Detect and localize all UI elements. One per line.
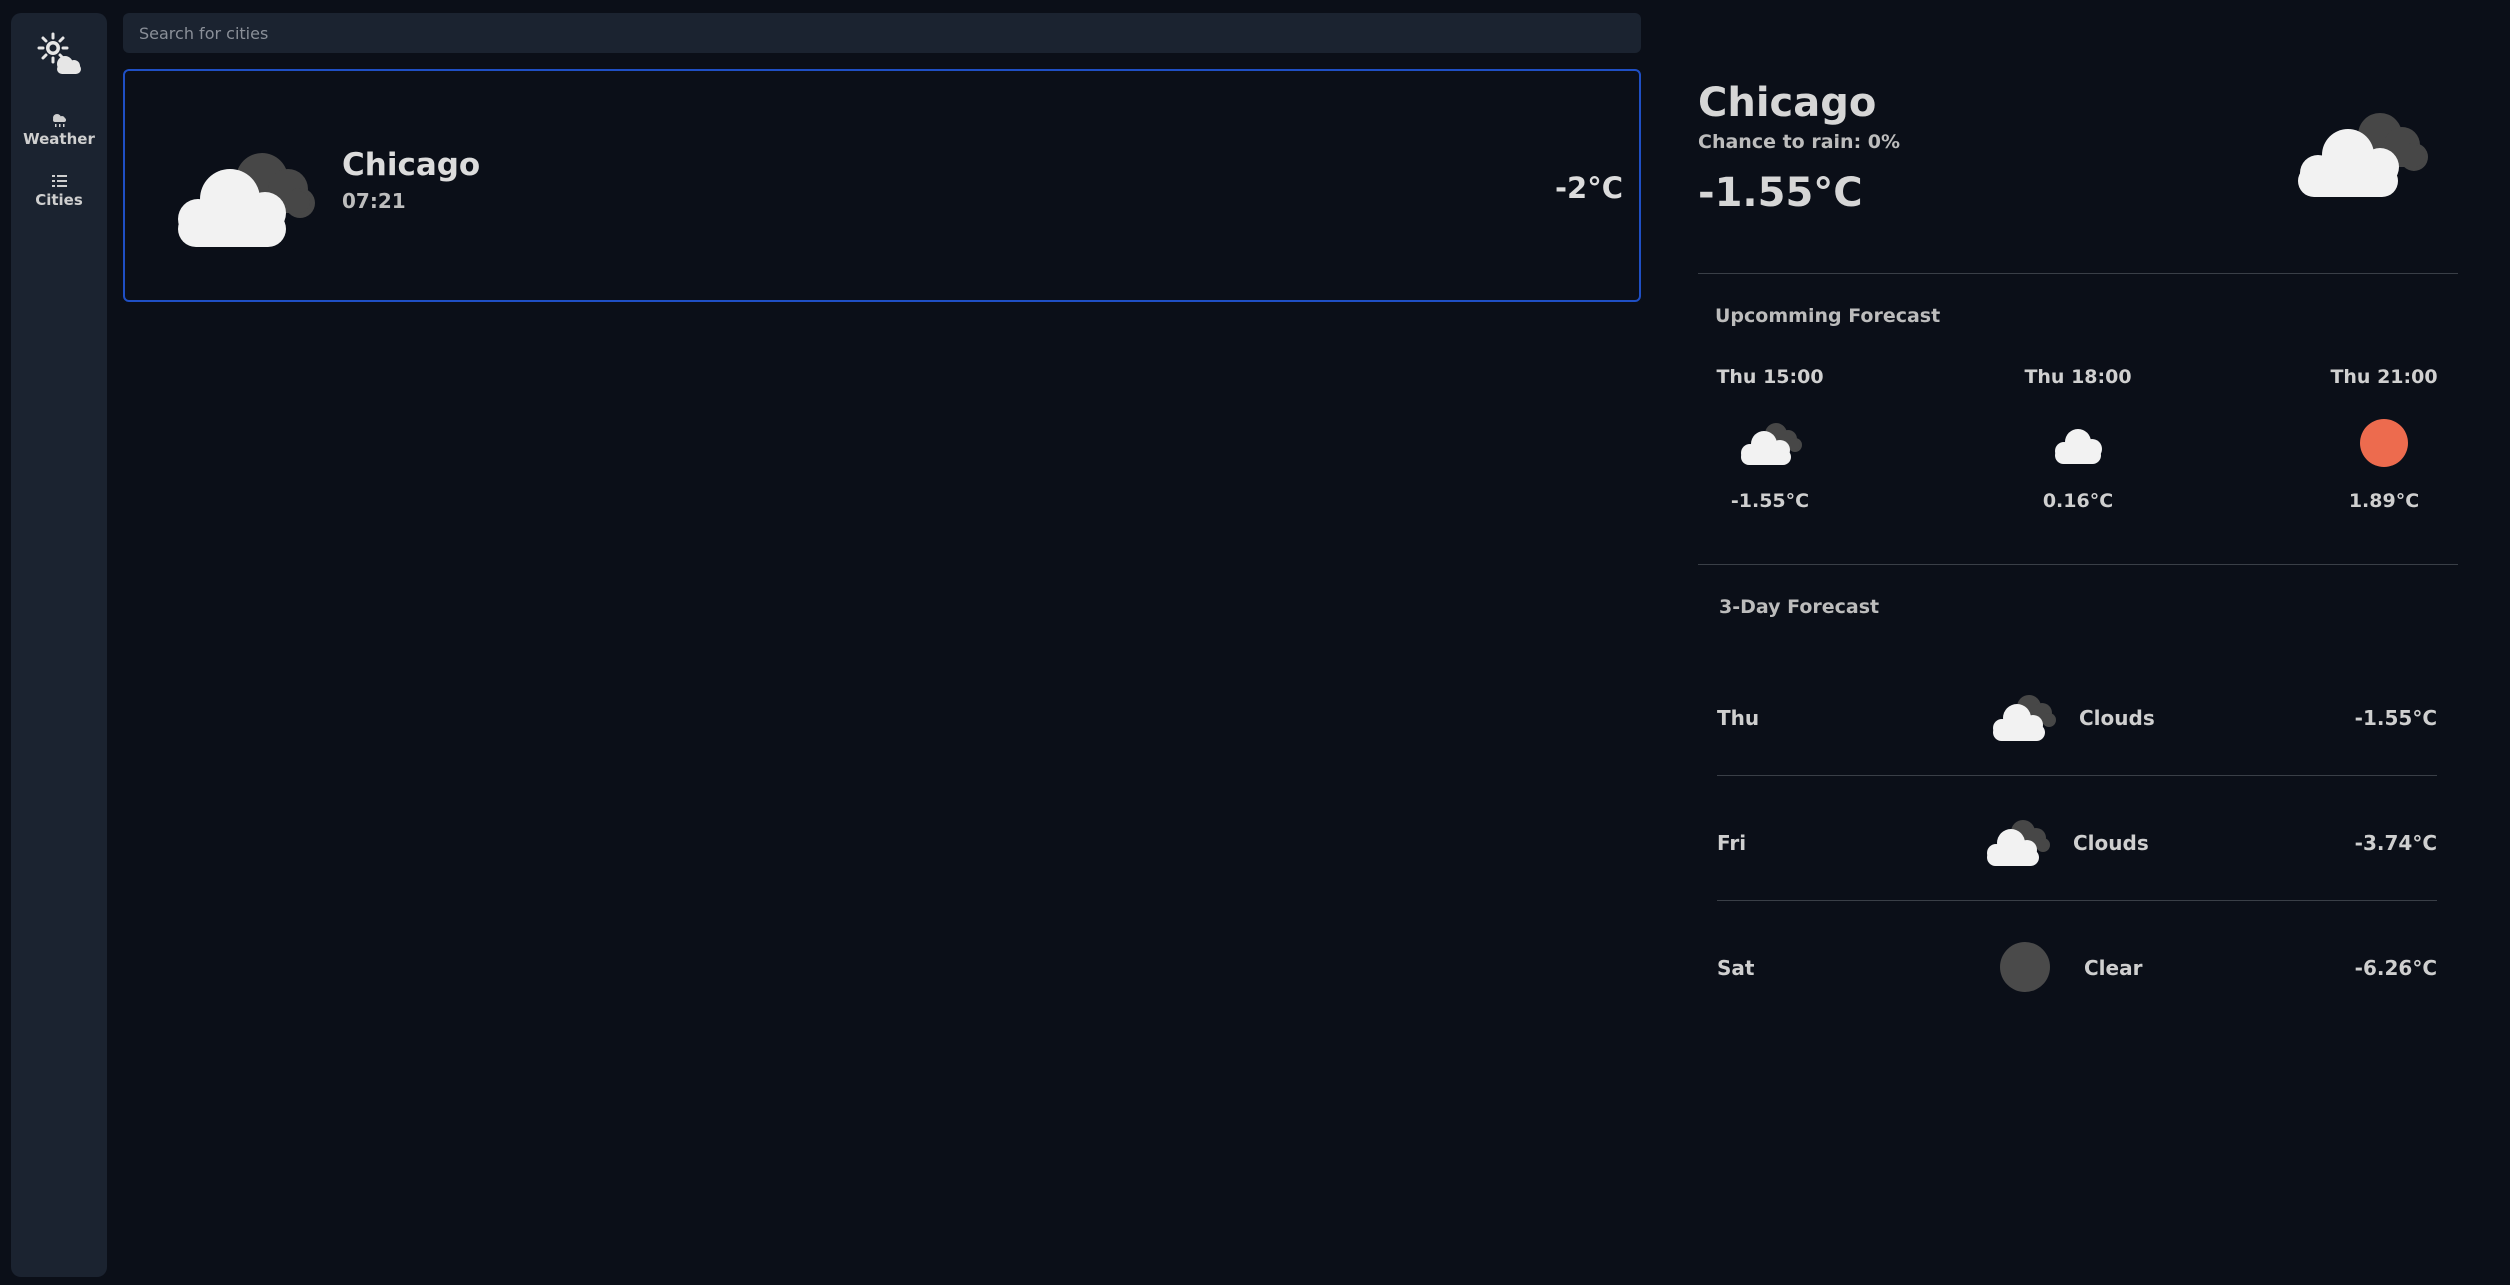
forecast-day: Sat: [1717, 956, 1755, 980]
three-day-forecast-title: 3-Day Forecast: [1719, 596, 1880, 618]
city-time: 07:21: [342, 189, 406, 213]
search-input[interactable]: [123, 13, 1641, 53]
chance-of-rain: Chance to rain: 0%: [1698, 131, 1901, 153]
sidebar: Weather Cities: [11, 13, 107, 1277]
sidebar-item-label: Cities: [35, 191, 83, 209]
divider: [1717, 900, 2437, 901]
city-card[interactable]: Chicago 07:21 -2°C: [123, 69, 1641, 302]
divider: [1698, 564, 2458, 565]
hourly-forecast-item: Thu 21:00 1.89°C: [2314, 366, 2454, 512]
forecast-temperature: -3.74°C: [2354, 831, 2437, 855]
forecast-condition: Clouds: [2079, 706, 2155, 730]
sidebar-item-label: Weather: [23, 130, 95, 148]
current-city: Chicago: [1698, 80, 1877, 126]
daily-forecast-row: Thu Clouds -1.55°C: [1717, 689, 2437, 749]
forecast-condition: Clear: [2084, 956, 2143, 980]
forecast-temperature: -6.26°C: [2354, 956, 2437, 980]
city-temperature: -2°C: [1555, 171, 1623, 205]
forecast-temperature: 1.89°C: [2348, 490, 2420, 512]
forecast-day: Thu: [1717, 706, 1760, 730]
forecast-time: Thu 18:00: [2024, 366, 2132, 388]
sun-cloud-logo-icon[interactable]: [35, 31, 85, 81]
forecast-temperature: 0.16°C: [2042, 490, 2114, 512]
list-icon: [52, 175, 67, 187]
daily-forecast-row: Fri Clouds -3.74°C: [1717, 814, 2437, 874]
clouds-icon: [1993, 695, 2056, 741]
clouds-icon: [1987, 820, 2050, 866]
sidebar-item-weather[interactable]: Weather: [11, 112, 107, 148]
cloud-icon: [2055, 429, 2102, 464]
divider: [1717, 775, 2437, 776]
hourly-forecast-item: Thu 18:00 0.16°C: [2008, 366, 2148, 512]
city-name: Chicago: [342, 147, 481, 183]
forecast-time: Thu 21:00: [2330, 366, 2438, 388]
hourly-forecast-item: Thu 15:00 -1.55°C: [1700, 366, 1840, 512]
divider: [1698, 273, 2458, 274]
sun-icon: [2360, 419, 2408, 467]
clouds-icon: [1741, 423, 1802, 465]
clouds-icon: [178, 153, 315, 247]
sidebar-item-cities[interactable]: Cities: [11, 173, 107, 209]
forecast-time: Thu 15:00: [1716, 366, 1824, 388]
cloud-rain-icon: [53, 114, 66, 127]
forecast-temperature: -1.55°C: [1730, 490, 1810, 512]
clouds-icon: [2298, 113, 2428, 197]
forecast-temperature: -1.55°C: [2354, 706, 2437, 730]
moon-icon: [2000, 942, 2050, 992]
daily-forecast-row: Sat Clear -6.26°C: [1717, 939, 2437, 999]
forecast-day: Fri: [1717, 831, 1747, 855]
current-temperature: -1.55°C: [1698, 170, 1863, 216]
forecast-condition: Clouds: [2073, 831, 2149, 855]
upcoming-forecast-title: Upcomming Forecast: [1715, 305, 1941, 327]
